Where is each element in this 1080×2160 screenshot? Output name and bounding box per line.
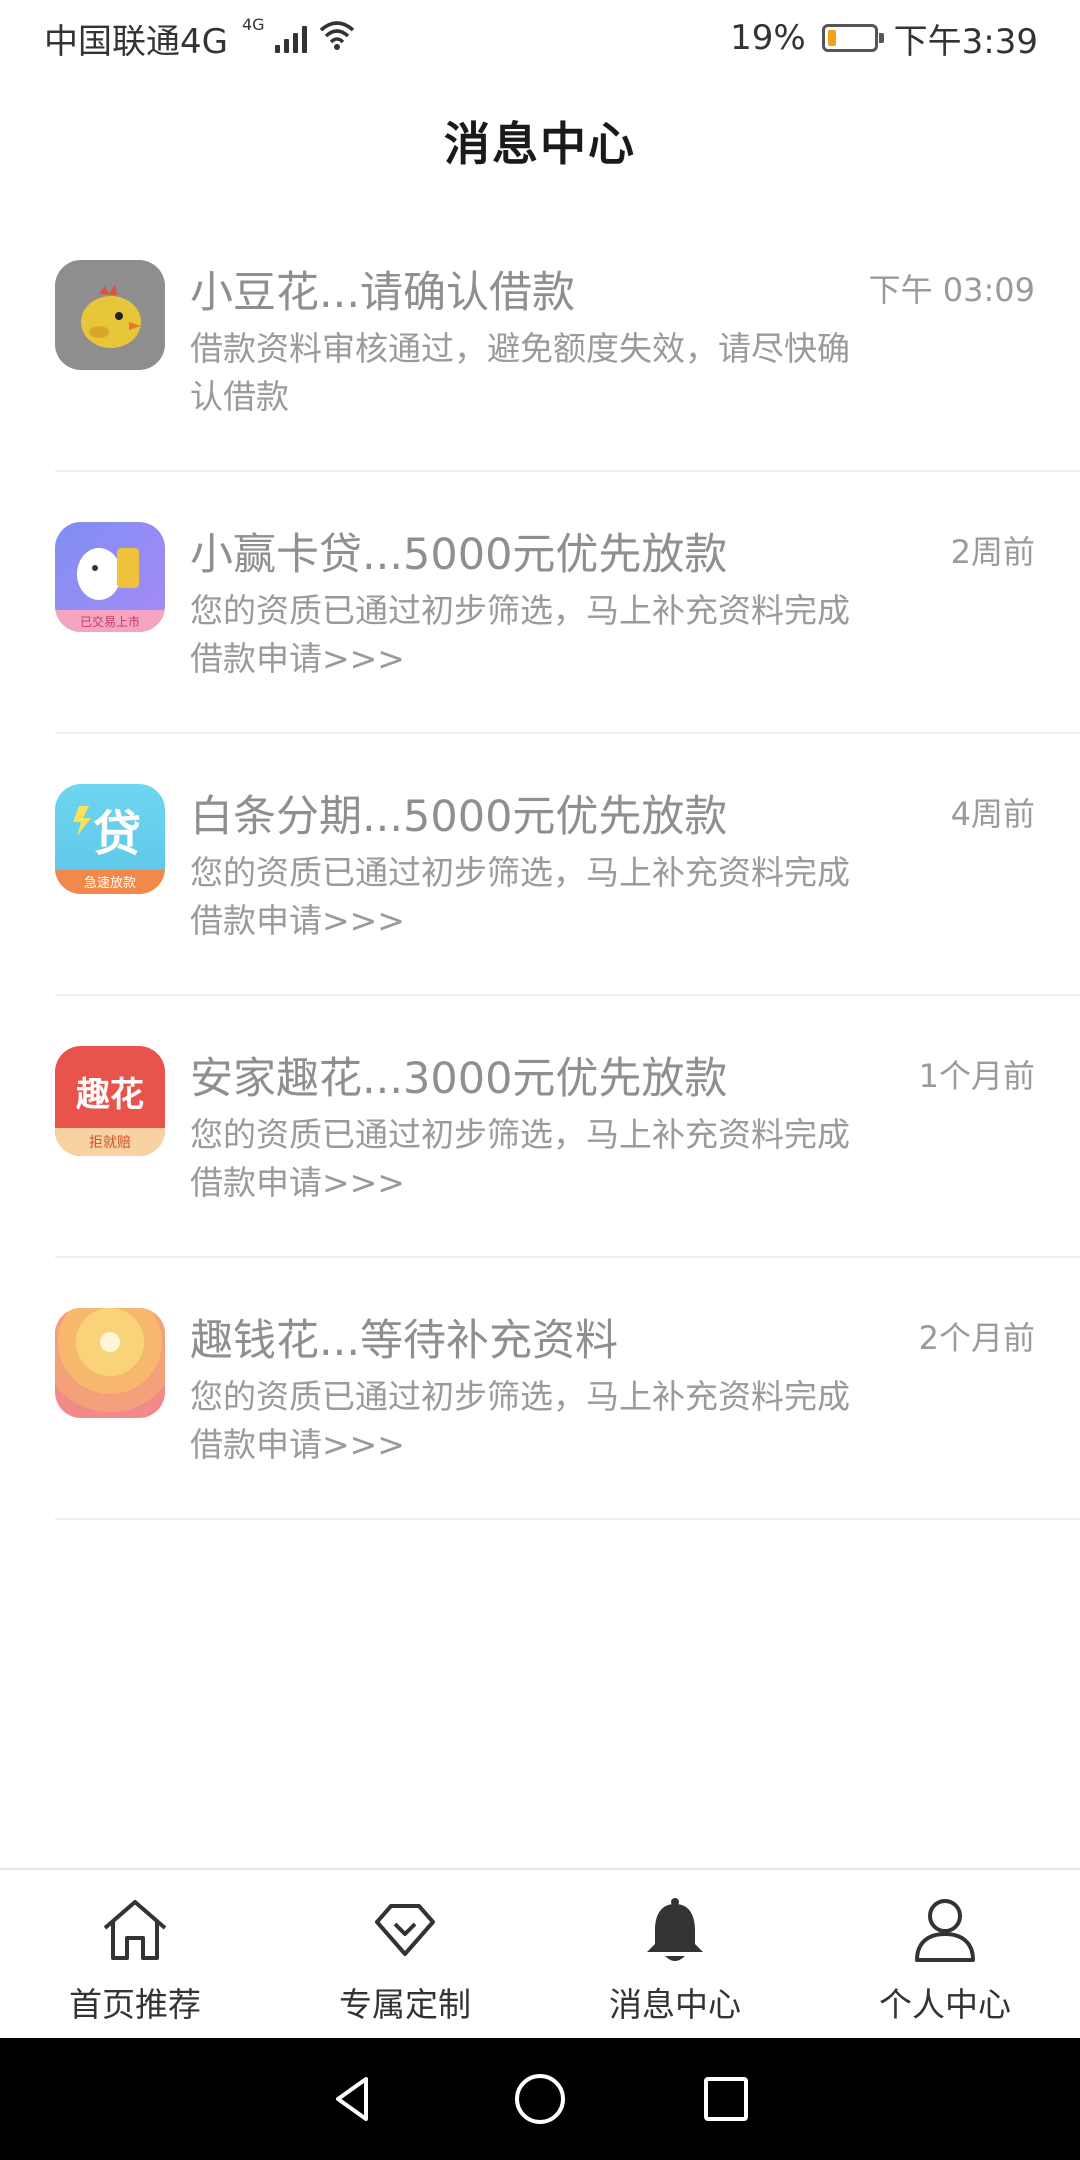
- quhua-app-icon: 趣花 拒就赔: [55, 1046, 165, 1156]
- message-item[interactable]: 已交易上市 小赢卡贷...5000元优先放款 2周前 您的资质已通过初步筛选，马…: [55, 472, 1080, 734]
- nav-custom[interactable]: 专属定制: [270, 1870, 540, 2038]
- clock: 下午3:39: [893, 21, 1038, 62]
- message-item[interactable]: 趣钱花...等待补充资料 2个月前 您的资质已通过初步筛选，马上补充资料完成借款…: [55, 1258, 1080, 1520]
- message-item[interactable]: 趣花 拒就赔 安家趣花...3000元优先放款 1个月前 您的资质已通过初步筛选…: [55, 996, 1080, 1258]
- message-body: 您的资质已通过初步筛选，马上补充资料完成借款申请>>>: [190, 591, 850, 678]
- message-title: 安家趣花...3000元优先放款: [190, 1054, 728, 1104]
- page-title: 消息中心: [444, 117, 636, 171]
- diamond-icon: [367, 1892, 443, 1968]
- dai-app-icon: 贷 急速放款: [55, 784, 165, 894]
- message-item[interactable]: 贷 急速放款 白条分期...5000元优先放款 4周前 您的资质已通过初步筛选，…: [55, 734, 1080, 996]
- bottom-nav: 首页推荐 专属定制 消息中心 个人中心: [0, 1868, 1080, 2038]
- bell-icon: [637, 1892, 713, 1968]
- carrier-label: 中国联通4G: [44, 21, 228, 62]
- message-time: 1个月前: [918, 1057, 1035, 1095]
- message-title: 白条分期...5000元优先放款: [190, 792, 728, 842]
- icon-text: 贷: [93, 806, 141, 862]
- message-time: 2个月前: [918, 1319, 1035, 1357]
- nav-label: 首页推荐: [69, 1985, 201, 2024]
- message-time: 4周前: [950, 795, 1035, 833]
- battery-fill: [827, 30, 836, 46]
- message-title: 小赢卡贷...5000元优先放款: [190, 530, 728, 580]
- battery-percent: 19%: [730, 18, 806, 58]
- nav-profile[interactable]: 个人中心: [810, 1870, 1080, 2038]
- battery-icon: [821, 24, 884, 52]
- recents-icon[interactable]: [633, 2069, 819, 2129]
- nav-label: 消息中心: [609, 1985, 741, 2024]
- person-icon: [907, 1892, 983, 1968]
- message-time: 2周前: [950, 533, 1035, 571]
- back-icon[interactable]: [261, 2069, 447, 2129]
- message-body: 借款资料审核通过，避免额度失效，请尽快确认借款: [190, 329, 850, 416]
- wifi-icon: [317, 18, 357, 59]
- icon-badge-text: 拒就赔: [89, 1135, 131, 1151]
- icon-text: 趣花: [76, 1075, 144, 1115]
- message-item[interactable]: 小豆花...请确认借款 下午 03:09 借款资料审核通过，避免额度失效，请尽快…: [55, 210, 1080, 472]
- icon-badge-text: 急速放款: [84, 876, 136, 891]
- message-list: 小豆花...请确认借款 下午 03:09 借款资料审核通过，避免额度失效，请尽快…: [0, 210, 1080, 1520]
- home-icon: [97, 1892, 173, 1968]
- status-bar: 中国联通4G 4G 19% 下午3:39: [0, 0, 1080, 76]
- message-title: 小豆花...请确认借款: [190, 268, 576, 318]
- status-left: 中国联通4G 4G: [44, 14, 357, 63]
- icon-badge-text: 已交易上市: [80, 614, 140, 629]
- signal-icon: [274, 23, 307, 53]
- nav-label: 个人中心: [879, 1985, 1011, 2024]
- home-circle-icon[interactable]: [447, 2069, 633, 2129]
- xiaoying-app-icon: 已交易上市: [55, 522, 165, 632]
- sunset-app-icon: [55, 1308, 165, 1418]
- status-right: 19% 下午3:39: [730, 14, 1038, 63]
- nav-messages[interactable]: 消息中心: [540, 1870, 810, 2038]
- chick-app-icon: [55, 260, 165, 370]
- nav-home[interactable]: 首页推荐: [0, 1870, 270, 2038]
- system-nav-bar: [0, 2038, 1080, 2160]
- message-body: 您的资质已通过初步筛选，马上补充资料完成借款申请>>>: [190, 1377, 850, 1464]
- nav-label: 专属定制: [339, 1985, 471, 2024]
- message-time: 下午 03:09: [868, 271, 1035, 309]
- message-title: 趣钱花...等待补充资料: [190, 1316, 619, 1366]
- network-type-tag: 4G: [241, 14, 265, 34]
- message-body: 您的资质已通过初步筛选，马上补充资料完成借款申请>>>: [190, 1115, 850, 1202]
- message-body: 您的资质已通过初步筛选，马上补充资料完成借款申请>>>: [190, 853, 850, 940]
